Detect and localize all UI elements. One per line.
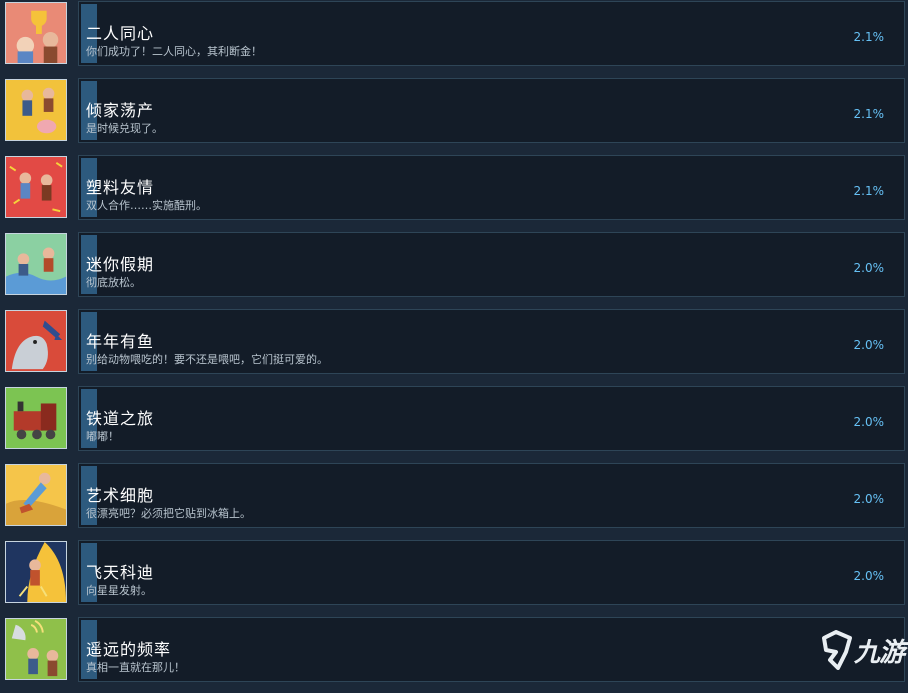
unlock-percent: 2.0%: [853, 569, 885, 583]
achievement-row[interactable]: 年年有鱼别给动物喂吃的！要不还是喂吧，它们挺可爱的。 2.0%: [0, 308, 908, 385]
achievement-image: [5, 541, 67, 603]
achievement-description: 真相一直就在那儿！: [86, 661, 185, 674]
achievement-image: [5, 310, 67, 372]
achievement-card: 塑料友情双人合作……实施酷刑。 2.1%: [78, 155, 905, 220]
unlock-percent: 2.1%: [853, 30, 885, 44]
watermark-brand-text: 九游: [854, 638, 905, 668]
achievement-description: 别给动物喂吃的！要不还是喂吧，它们挺可爱的。: [86, 353, 328, 366]
achievement-description: 很漂亮吧？必须把它贴到冰箱上。: [86, 507, 251, 520]
achievement-description: 是时候兑现了。: [86, 122, 163, 135]
achievement-image: [5, 79, 67, 141]
achievement-image: [5, 233, 67, 295]
rocket-launch-icon: [18, 542, 66, 602]
achievement-image: [5, 464, 67, 526]
achievement-name: 塑料友情: [86, 178, 155, 197]
achievement-row[interactable]: 铁道之旅嘟嘟！ 2.0%: [0, 385, 908, 462]
achievement-card: 年年有鱼别给动物喂吃的！要不还是喂吧，它们挺可爱的。 2.0%: [78, 309, 905, 374]
watermark-logo: 九游: [818, 628, 906, 672]
achievement-row[interactable]: 二人同心你们成功了！二人同心，其利断金！ 2.1%: [0, 0, 908, 77]
achievement-name: 铁道之旅: [86, 409, 155, 428]
achievement-name: 二人同心: [86, 24, 155, 43]
achievement-row[interactable]: 塑料友情双人合作……实施酷刑。 2.1%: [0, 154, 908, 231]
achievement-description: 嘟嘟！: [86, 430, 119, 443]
achievement-name: 遥远的频率: [86, 640, 172, 659]
achievement-image: [5, 387, 67, 449]
unlock-percent: 2.0%: [853, 338, 885, 352]
unlock-percent: 2.0%: [853, 492, 885, 506]
achievement-card: 飞天科迪向星星发射。 2.0%: [78, 540, 905, 605]
painting-icon: [6, 472, 66, 525]
unlock-percent: 2.1%: [853, 107, 885, 121]
achievement-row[interactable]: 艺术细胞很漂亮吧？必须把它贴到冰箱上。 2.0%: [0, 462, 908, 539]
achievement-name: 飞天科迪: [86, 563, 155, 582]
achievement-card: 遥远的频率真相一直就在那儿！: [78, 617, 905, 682]
achievement-image: [5, 2, 67, 64]
unlock-percent: 2.0%: [853, 415, 885, 429]
achievement-name: 艺术细胞: [86, 486, 155, 505]
unlock-percent: 2.1%: [853, 184, 885, 198]
trophy-icon: [16, 10, 59, 63]
achievement-name: 倾家荡产: [86, 101, 155, 120]
achievement-name: 迷你假期: [86, 255, 155, 274]
achievement-row[interactable]: 遥远的频率真相一直就在那儿！: [0, 616, 908, 693]
piggy-bank-icon: [21, 87, 57, 134]
seal-fish-icon: [11, 320, 63, 370]
achievement-description: 彻底放松。: [86, 276, 141, 289]
achievement-card: 二人同心你们成功了！二人同心，其利断金！ 2.1%: [78, 1, 905, 66]
achievement-card: 铁道之旅嘟嘟！ 2.0%: [78, 386, 905, 451]
achievement-description: 向星星发射。: [86, 584, 152, 597]
achievement-image: [5, 156, 67, 218]
achievement-row[interactable]: 迷你假期彻底放松。 2.0%: [0, 231, 908, 308]
achievement-name: 年年有鱼: [86, 332, 155, 351]
unlock-percent: 2.0%: [853, 261, 885, 275]
achievement-description: 你们成功了！二人同心，其利断金！: [86, 45, 262, 58]
train-icon: [13, 401, 57, 440]
achievement-card: 倾家荡产是时候兑现了。 2.1%: [78, 78, 905, 143]
vacation-icon: [6, 234, 66, 294]
jiuyou-logo-icon: [822, 630, 852, 670]
achievement-row[interactable]: 倾家荡产是时候兑现了。 2.1%: [0, 77, 908, 154]
fight-icon: [9, 162, 63, 213]
achievement-card: 迷你假期彻底放松。 2.0%: [78, 232, 905, 297]
achievement-row[interactable]: 飞天科迪向星星发射。 2.0%: [0, 539, 908, 616]
achievement-card: 艺术细胞很漂亮吧？必须把它贴到冰箱上。 2.0%: [78, 463, 905, 528]
achievement-description: 双人合作……实施酷刑。: [86, 199, 207, 212]
radio-dish-icon: [11, 620, 59, 677]
achievement-image: [5, 618, 67, 680]
